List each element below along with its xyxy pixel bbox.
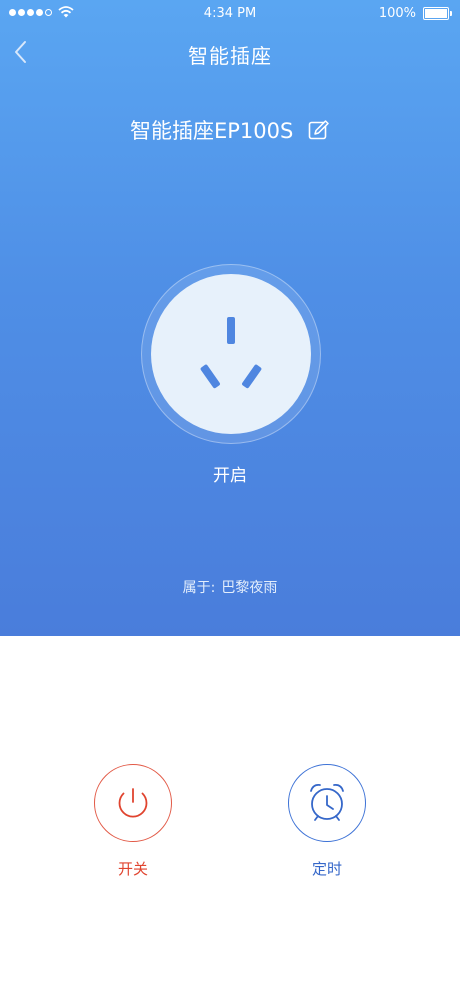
battery-percent: 100% <box>378 6 416 21</box>
power-ring <box>94 764 172 842</box>
edit-pencil-icon[interactable] <box>308 119 330 141</box>
socket-toggle[interactable] <box>141 264 321 444</box>
page-title: 智能插座 <box>188 44 272 68</box>
status-bar: 4:34 PM 100% <box>0 0 460 26</box>
timer-ring <box>288 764 366 842</box>
owner-name: 巴黎夜雨 <box>221 580 278 596</box>
battery-icon <box>423 7 452 20</box>
device-header-panel: 4:34 PM 100% 智能插座 智能插座EP100S 开启 属于: 巴黎夜雨 <box>0 0 460 636</box>
power-label: 开关 <box>117 860 148 878</box>
timer-button[interactable]: 定时 <box>287 764 367 879</box>
timer-label: 定时 <box>311 860 342 878</box>
socket-face <box>151 274 311 434</box>
owner-info: 属于: 巴黎夜雨 <box>0 577 460 597</box>
power-icon <box>118 788 148 818</box>
device-name: 智能插座EP100S <box>129 119 294 143</box>
socket-state-label: 开启 <box>213 466 247 486</box>
socket-outlet-icon <box>200 317 262 389</box>
owner-label: 属于: <box>182 580 216 596</box>
alarm-clock-icon <box>310 783 344 821</box>
device-name-row: 智能插座EP100S <box>0 115 460 145</box>
power-button[interactable]: 开关 <box>93 764 173 879</box>
